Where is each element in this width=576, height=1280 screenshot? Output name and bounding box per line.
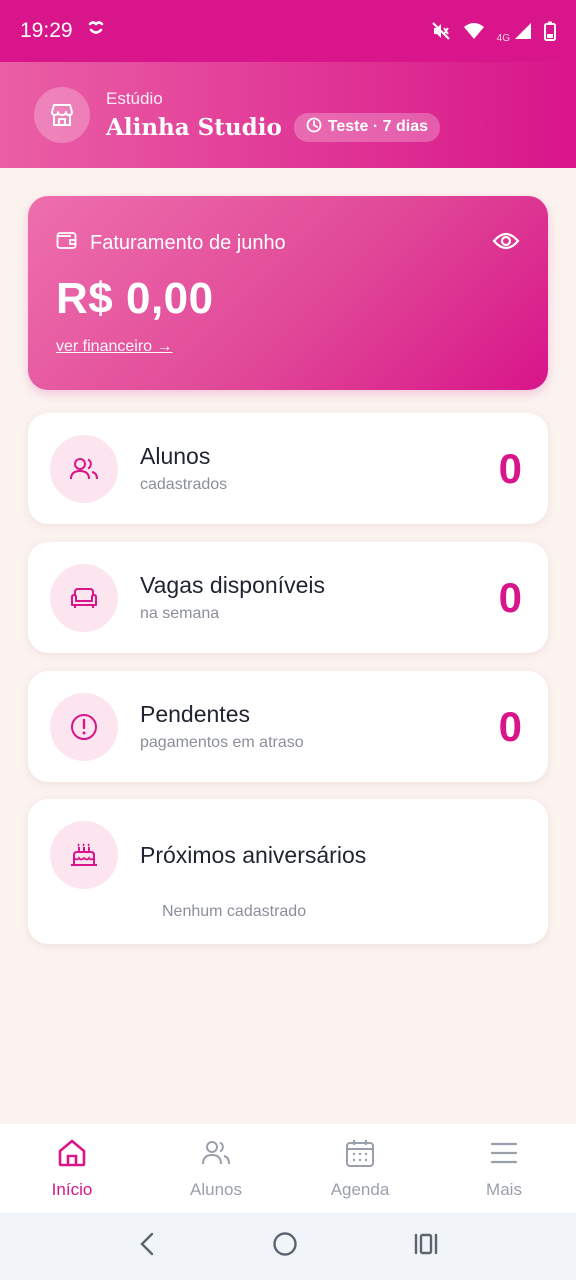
stat-count: 0 <box>498 573 522 621</box>
battery-icon <box>544 21 556 41</box>
vacancies-card[interactable]: Vagas disponíveis na semana 0 <box>28 542 548 653</box>
alert-icon <box>50 692 118 761</box>
nav-home[interactable]: Início <box>0 1137 144 1200</box>
revenue-card: Faturamento de junho R$ 0,00 ver finance… <box>28 196 548 390</box>
users-icon <box>200 1137 232 1174</box>
sofa-icon <box>50 563 118 632</box>
signal-icon <box>514 22 532 40</box>
trial-badge: Teste · 7 dias <box>293 112 440 142</box>
eye-icon[interactable] <box>492 231 520 256</box>
trial-badge-label: Teste · 7 dias <box>327 118 428 135</box>
status-time: 19:29 <box>20 19 73 42</box>
users-icon <box>50 434 118 503</box>
stat-subtitle: na semana <box>140 605 220 622</box>
recents-icon[interactable] <box>413 1232 439 1261</box>
network-type: 4G <box>496 32 510 44</box>
nav-agenda[interactable]: Agenda <box>288 1137 432 1200</box>
clock-icon <box>306 117 322 138</box>
nav-more[interactable]: Mais <box>432 1137 576 1200</box>
stat-title: Pendentes <box>140 701 250 727</box>
studio-name: Alinha Studio <box>106 113 282 141</box>
students-card[interactable]: Alunos cadastrados 0 <box>28 413 548 524</box>
stat-subtitle: cadastrados <box>140 476 228 493</box>
store-icon[interactable] <box>34 87 90 143</box>
birthdays-title: Próximos aniversários <box>140 841 367 868</box>
wallet-icon <box>56 230 78 256</box>
pending-card[interactable]: Pendentes pagamentos em atraso 0 <box>28 671 548 782</box>
nav-label: Agenda <box>330 1180 390 1199</box>
finance-link[interactable]: ver financeiro → <box>56 338 173 356</box>
header-subtitle: Estúdio <box>106 88 163 108</box>
calendar-icon <box>344 1137 376 1174</box>
nav-label: Mais <box>486 1180 522 1199</box>
back-icon[interactable] <box>137 1231 157 1262</box>
home-circle-icon[interactable] <box>272 1231 298 1262</box>
stat-subtitle: pagamentos em atraso <box>140 734 304 751</box>
mute-icon <box>431 21 451 41</box>
stat-count: 0 <box>498 444 522 492</box>
stat-title: Alunos <box>140 443 211 469</box>
nav-label: Alunos <box>190 1180 242 1199</box>
status-bar: 19:29 4G <box>0 0 576 62</box>
nav-students[interactable]: Alunos <box>144 1137 288 1200</box>
wifi-icon <box>463 22 485 40</box>
notification-icon <box>87 19 105 43</box>
bottom-nav: Início Alunos Agenda Mais <box>0 1124 576 1213</box>
revenue-value: R$ 0,00 <box>56 274 214 323</box>
stat-count: 0 <box>498 702 522 750</box>
system-nav <box>0 1213 576 1280</box>
revenue-label: Faturamento de junho <box>90 231 286 254</box>
birthdays-empty: Nenhum cadastrado <box>162 903 307 920</box>
birthdays-card[interactable]: Próximos aniversários Nenhum cadastrado <box>28 799 548 944</box>
menu-icon <box>488 1137 520 1174</box>
cake-icon <box>50 821 118 889</box>
nav-label: Início <box>51 1180 93 1199</box>
studio-header: Estúdio Alinha Studio Teste · 7 dias <box>0 62 576 168</box>
home-icon <box>56 1137 88 1174</box>
stat-title: Vagas disponíveis <box>140 572 325 598</box>
